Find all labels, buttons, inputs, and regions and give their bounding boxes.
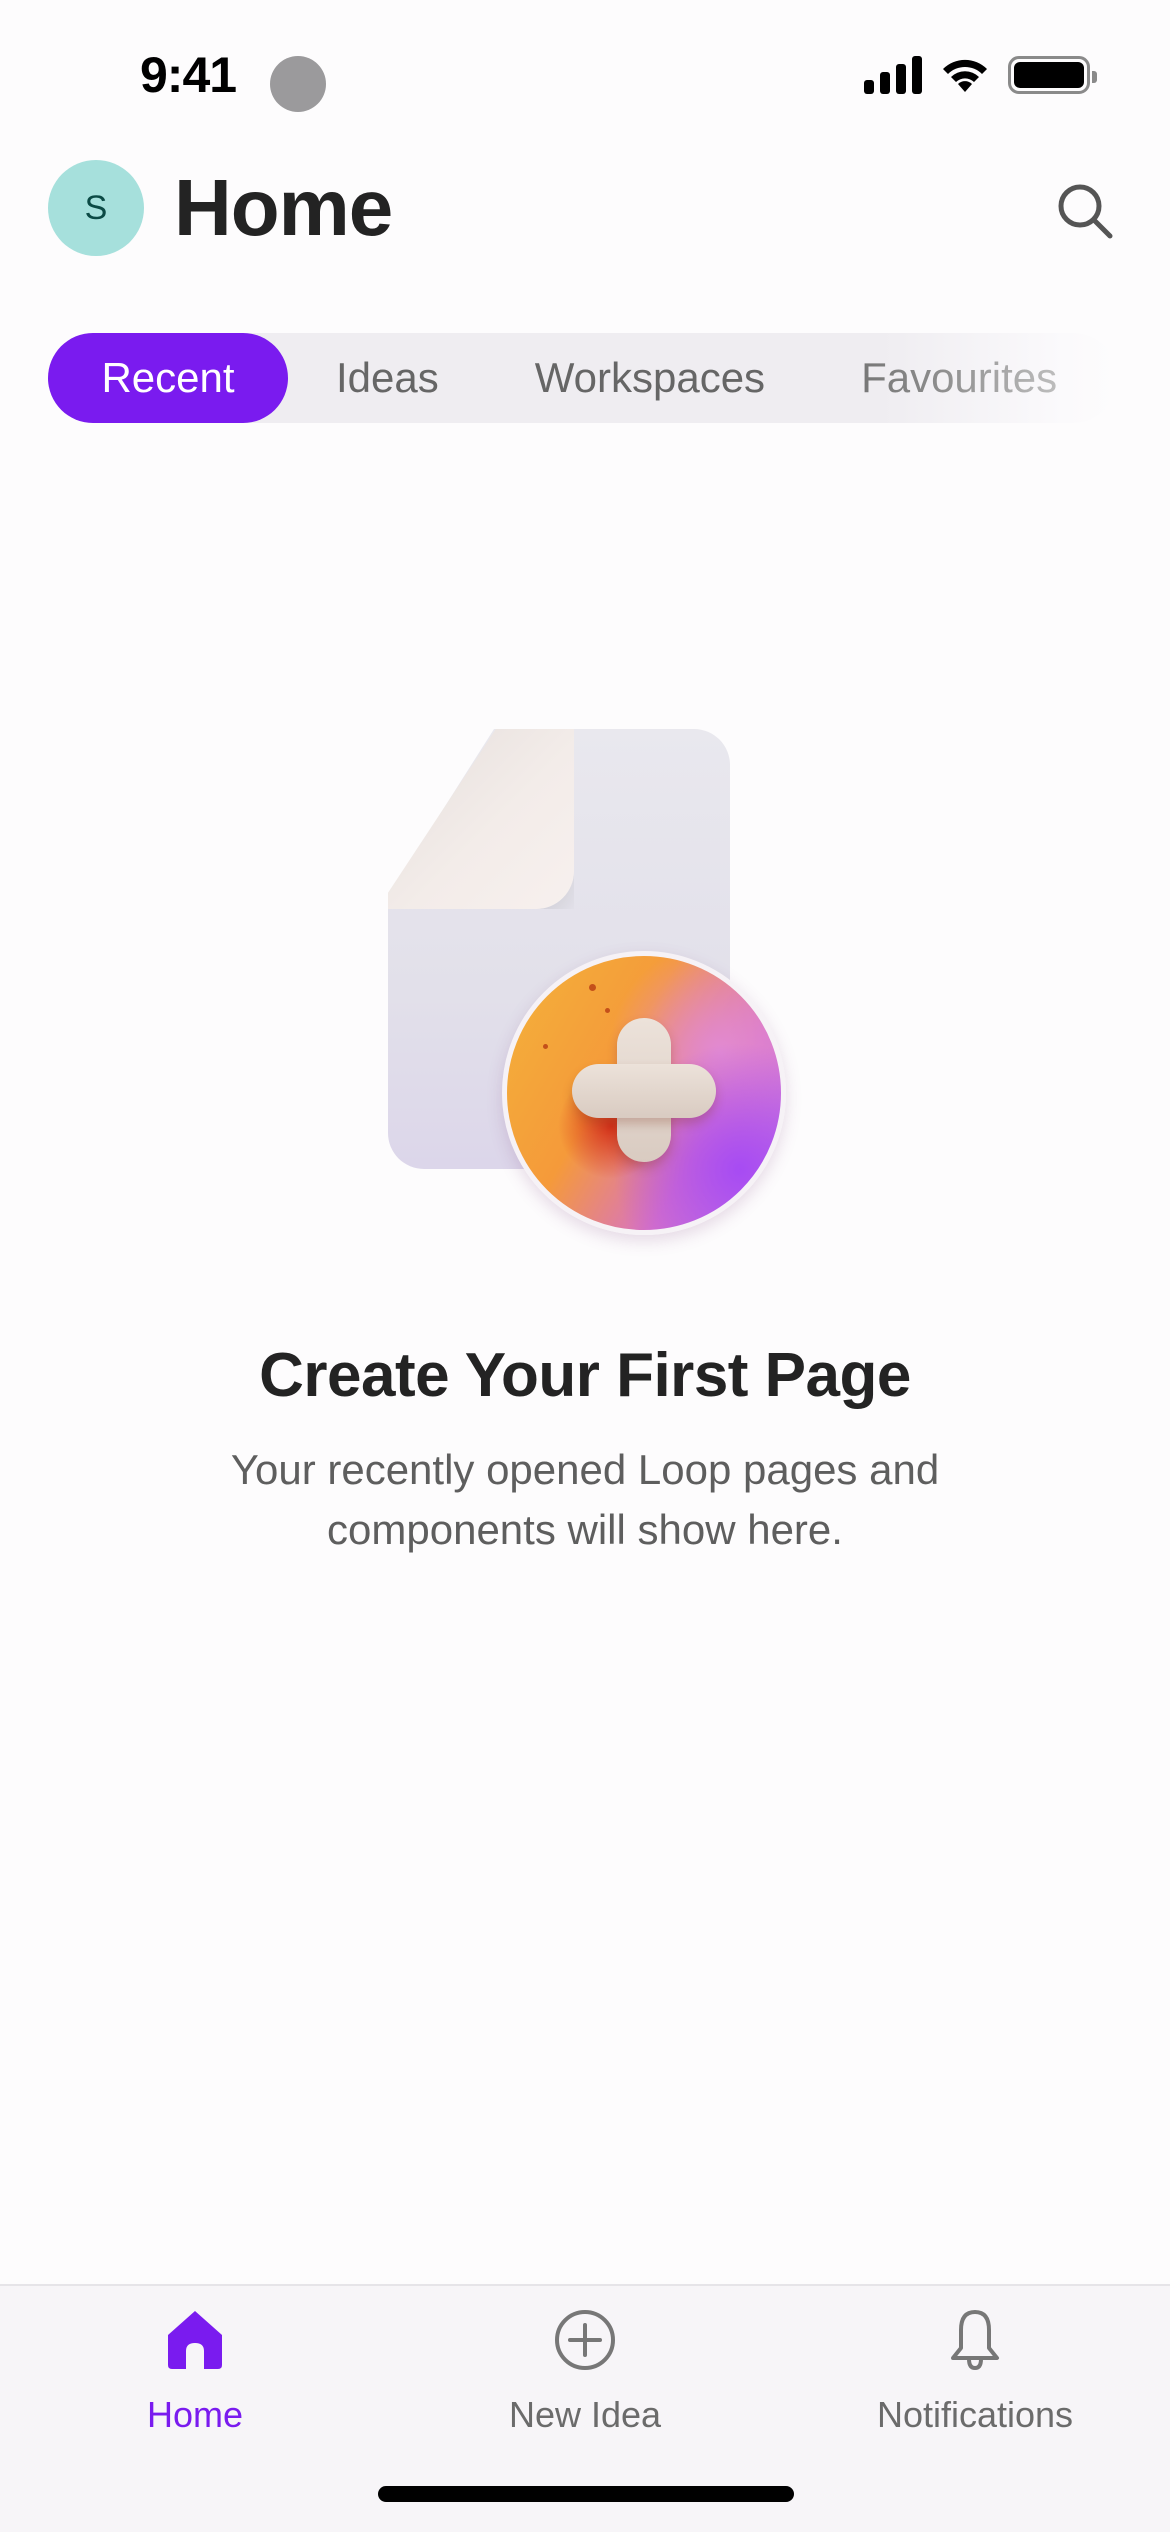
- recording-indicator: [270, 56, 326, 112]
- tab-workspaces[interactable]: Workspaces: [487, 333, 813, 423]
- home-icon: [155, 2300, 235, 2380]
- search-button[interactable]: [1050, 176, 1120, 246]
- empty-state-title: Create Your First Page: [259, 1341, 911, 1410]
- status-bar: 9:41: [0, 0, 1170, 150]
- status-time: 9:41: [140, 47, 237, 103]
- add-badge-icon: [502, 951, 786, 1235]
- nav-notifications-label: Notifications: [876, 2394, 1074, 2435]
- avatar-initial: S: [84, 188, 108, 227]
- tab-favourites[interactable]: Favourites: [813, 333, 1105, 423]
- status-icons: [864, 56, 1097, 94]
- tab-recent[interactable]: Recent: [48, 333, 288, 423]
- nav-home-label: Home: [146, 2394, 244, 2435]
- header: S Home: [0, 150, 1170, 270]
- wifi-icon: [943, 59, 987, 92]
- document-fold: [388, 729, 574, 909]
- new-page-illustration: [380, 725, 800, 1235]
- search-icon: [1058, 184, 1113, 239]
- tab-ideas[interactable]: Ideas: [288, 333, 487, 423]
- nav-new-idea[interactable]: New Idea: [435, 2300, 735, 2450]
- nav-notifications[interactable]: Notifications: [825, 2300, 1125, 2450]
- home-indicator[interactable]: [378, 2486, 794, 2502]
- tab-bar: Recent Ideas Workspaces Favourites: [48, 333, 1118, 423]
- add-circle-icon: [545, 2300, 625, 2380]
- bell-icon: [935, 2300, 1015, 2380]
- empty-state-description: Your recently opened Loop pages and comp…: [230, 1446, 940, 1553]
- signal-icon: [864, 56, 922, 94]
- page-title: Home: [174, 163, 393, 252]
- battery-icon: [1008, 56, 1097, 94]
- avatar[interactable]: S: [48, 160, 144, 256]
- nav-new-idea-label: New Idea: [508, 2394, 662, 2435]
- nav-home[interactable]: Home: [45, 2300, 345, 2450]
